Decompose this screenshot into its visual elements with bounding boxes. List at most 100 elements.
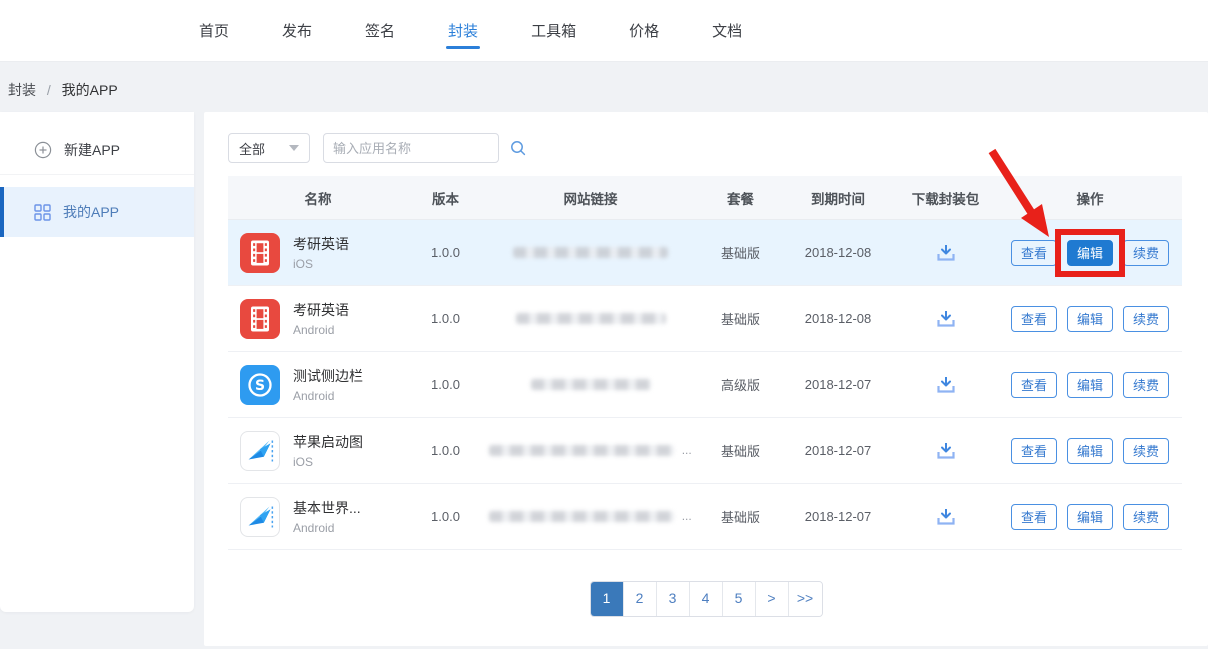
renew-button[interactable]: 续费 [1123,372,1169,398]
header-download: 下载封装包 [893,188,998,208]
app-package: 高级版 [698,375,783,394]
pagination: 12345 > >> [204,581,1208,617]
masked-link [513,247,668,258]
app-expiry: 2018-12-07 [783,509,893,524]
edit-annotation-box: 编辑 [1055,229,1125,277]
link-ellipsis: ... [682,443,692,457]
page-button-5[interactable]: 5 [723,582,756,616]
app-expiry: 2018-12-07 [783,443,893,458]
app-platform: Android [293,521,361,535]
breadcrumb: 封装 / 我的APP [8,80,118,100]
nav-item-4[interactable]: 封装 [446,0,480,61]
breadcrumb-parent[interactable]: 封装 [8,82,36,98]
edit-button[interactable]: 编辑 [1067,504,1113,530]
app-version: 1.0.0 [408,377,483,392]
sidebar: 新建APP 我的APP [0,112,194,612]
nav-item-2[interactable]: 发布 [280,0,314,61]
edit-annotation-box: 编辑 [1067,504,1113,530]
app-version: 1.0.0 [408,509,483,524]
app-platform: Android [293,323,349,337]
edit-annotation-box: 编辑 [1067,306,1113,332]
pager: 12345 > >> [590,581,823,617]
masked-link [489,445,674,456]
renew-button[interactable]: 续费 [1123,504,1169,530]
masked-link [516,313,666,324]
svg-text:S: S [255,378,265,394]
edit-button[interactable]: 编辑 [1067,438,1113,464]
app-version: 1.0.0 [408,245,483,260]
app-name: 基本世界... [293,498,361,518]
sidebar-item-2[interactable]: 我的APP [0,187,194,237]
app-package: 基础版 [698,507,783,526]
app-expiry: 2018-12-07 [783,377,893,392]
bird-icon [240,431,280,471]
film-icon [240,299,280,339]
renew-button[interactable]: 续费 [1123,306,1169,332]
app-name: 苹果启动图 [293,432,363,452]
header-actions: 操作 [998,188,1182,208]
app-expiry: 2018-12-08 [783,245,893,260]
table-row: S 测试侧边栏 Android 1.0.0 ... 高级版 2018-12-07… [228,352,1182,418]
view-button[interactable]: 查看 [1011,372,1057,398]
view-button[interactable]: 查看 [1011,438,1057,464]
edit-button[interactable]: 编辑 [1067,372,1113,398]
edit-annotation-box: 编辑 [1067,372,1113,398]
edit-annotation-box: 编辑 [1067,438,1113,464]
main-panel: 全部 名称 版本 网站链接 套餐 到期时间 下载封装包 操作 考研英语 iOS [204,112,1208,646]
app-expiry: 2018-12-08 [783,311,893,326]
breadcrumb-current: 我的APP [62,82,118,98]
app-platform: Android [293,389,363,403]
masked-link [489,511,674,522]
next-page-button[interactable]: > [756,582,789,616]
page-button-4[interactable]: 4 [690,582,723,616]
download-icon[interactable] [934,440,958,462]
top-nav-items: 首页发布签名封装工具箱价格文档 [197,0,793,61]
page-button-2[interactable]: 2 [624,582,657,616]
app-package: 基础版 [698,441,783,460]
nav-item-5[interactable]: 工具箱 [529,0,578,61]
table-header-row: 名称 版本 网站链接 套餐 到期时间 下载封装包 操作 [228,176,1182,220]
nav-item-7[interactable]: 文档 [710,0,744,61]
nav-item-1[interactable]: 首页 [197,0,231,61]
download-icon[interactable] [934,242,958,264]
search-input[interactable] [333,141,509,156]
page-button-1[interactable]: 1 [591,582,624,616]
app-version: 1.0.0 [408,311,483,326]
app-table: 名称 版本 网站链接 套餐 到期时间 下载封装包 操作 考研英语 iOS 1.0… [228,176,1182,550]
table-row: 基本世界... Android 1.0.0 ... 基础版 2018-12-07… [228,484,1182,550]
link-ellipsis: ... [682,509,692,523]
view-button[interactable]: 查看 [1011,504,1057,530]
app-platform: iOS [293,455,363,469]
view-button[interactable]: 查看 [1011,240,1057,266]
download-icon[interactable] [934,374,958,396]
renew-button[interactable]: 续费 [1123,438,1169,464]
table-row: 考研英语 iOS 1.0.0 ... 基础版 2018-12-08 查看 编辑 … [228,220,1182,286]
edit-button[interactable]: 编辑 [1067,306,1113,332]
last-page-button[interactable]: >> [789,582,822,616]
sidebar-items: 新建APP 我的APP [0,112,194,237]
view-button[interactable]: 查看 [1011,306,1057,332]
header-expiry: 到期时间 [783,188,893,208]
search-box [323,133,499,163]
nav-item-6[interactable]: 价格 [627,0,661,61]
grid-icon [34,204,51,221]
renew-button[interactable]: 续费 [1123,240,1169,266]
edit-button[interactable]: 编辑 [1067,240,1113,266]
table-body: 考研英语 iOS 1.0.0 ... 基础版 2018-12-08 查看 编辑 … [228,220,1182,550]
header-link: 网站链接 [483,188,698,208]
search-icon[interactable] [509,139,527,157]
nav-item-3[interactable]: 签名 [363,0,397,61]
s-circle-icon: S [240,365,280,405]
download-icon[interactable] [934,308,958,330]
page-button-3[interactable]: 3 [657,582,690,616]
download-icon[interactable] [934,506,958,528]
category-select[interactable]: 全部 [228,133,310,163]
plus-circle-icon [34,141,52,159]
table-row: 考研英语 Android 1.0.0 ... 基础版 2018-12-08 查看… [228,286,1182,352]
app-package: 基础版 [698,243,783,262]
header-package: 套餐 [698,188,783,208]
sidebar-item-1[interactable]: 新建APP [0,125,194,175]
category-select-value: 全部 [239,139,265,158]
header-version: 版本 [408,188,483,208]
table-row: 苹果启动图 iOS 1.0.0 ... 基础版 2018-12-07 查看 编辑… [228,418,1182,484]
